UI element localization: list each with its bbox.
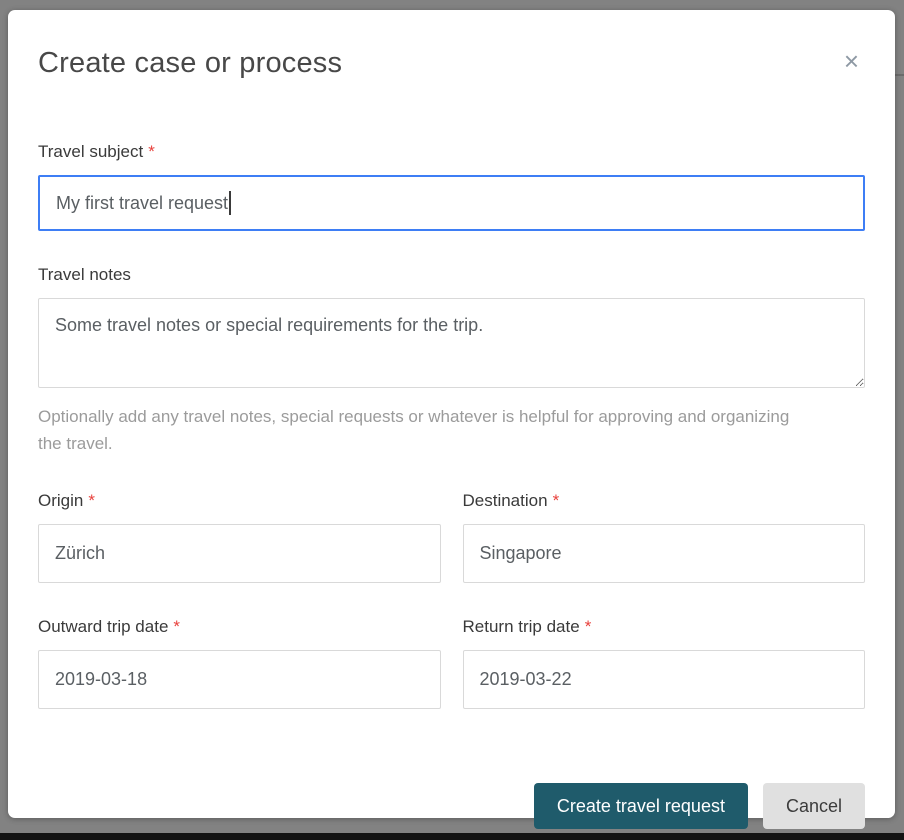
destination-label: Destination* (463, 491, 866, 511)
outward-date-label: Outward trip date* (38, 617, 441, 637)
create-travel-request-button[interactable]: Create travel request (534, 783, 748, 829)
travel-notes-help: Optionally add any travel notes, special… (38, 403, 808, 457)
outward-date-group: Outward trip date* 2019-03-18 (38, 617, 441, 709)
dialog-footer: Create travel request Cancel (38, 783, 865, 829)
outward-date-input[interactable]: 2019-03-18 (38, 650, 441, 709)
travel-subject-label: Travel subject* (38, 142, 865, 162)
trip-dates-row: Outward trip date* 2019-03-18 Return tri… (38, 617, 865, 709)
travel-notes-textarea[interactable]: Some travel notes or special requirement… (38, 298, 865, 388)
travel-subject-group: Travel subject* My first travel request (38, 142, 865, 231)
text-cursor (229, 191, 231, 215)
return-date-value: 2019-03-22 (480, 669, 572, 690)
destination-input[interactable]: Singapore (463, 524, 866, 583)
close-icon[interactable]: × (844, 48, 859, 74)
required-asterisk: * (148, 142, 155, 161)
outward-date-value: 2019-03-18 (55, 669, 147, 690)
origin-value: Zürich (55, 543, 105, 564)
origin-label: Origin* (38, 491, 441, 511)
required-asterisk: * (585, 617, 592, 636)
dialog-header: Create case or process × (38, 46, 865, 80)
backdrop-bottom-strip (0, 833, 904, 840)
travel-subject-value: My first travel request (56, 193, 228, 214)
destination-group: Destination* Singapore (463, 491, 866, 583)
required-asterisk: * (88, 491, 95, 510)
required-asterisk: * (553, 491, 560, 510)
create-case-dialog: Create case or process × Travel subject*… (8, 10, 895, 818)
return-date-input[interactable]: 2019-03-22 (463, 650, 866, 709)
dialog-title: Create case or process (38, 46, 865, 80)
travel-notes-label: Travel notes (38, 265, 865, 285)
origin-input[interactable]: Zürich (38, 524, 441, 583)
travel-subject-input[interactable]: My first travel request (38, 175, 865, 231)
destination-value: Singapore (480, 543, 562, 564)
return-date-group: Return trip date* 2019-03-22 (463, 617, 866, 709)
background-page-edge (894, 74, 904, 76)
travel-notes-group: Travel notes Some travel notes or specia… (38, 265, 865, 457)
origin-destination-row: Origin* Zürich Destination* Singapore (38, 491, 865, 583)
cancel-button[interactable]: Cancel (763, 783, 865, 829)
required-asterisk: * (173, 617, 180, 636)
return-date-label: Return trip date* (463, 617, 866, 637)
origin-group: Origin* Zürich (38, 491, 441, 583)
